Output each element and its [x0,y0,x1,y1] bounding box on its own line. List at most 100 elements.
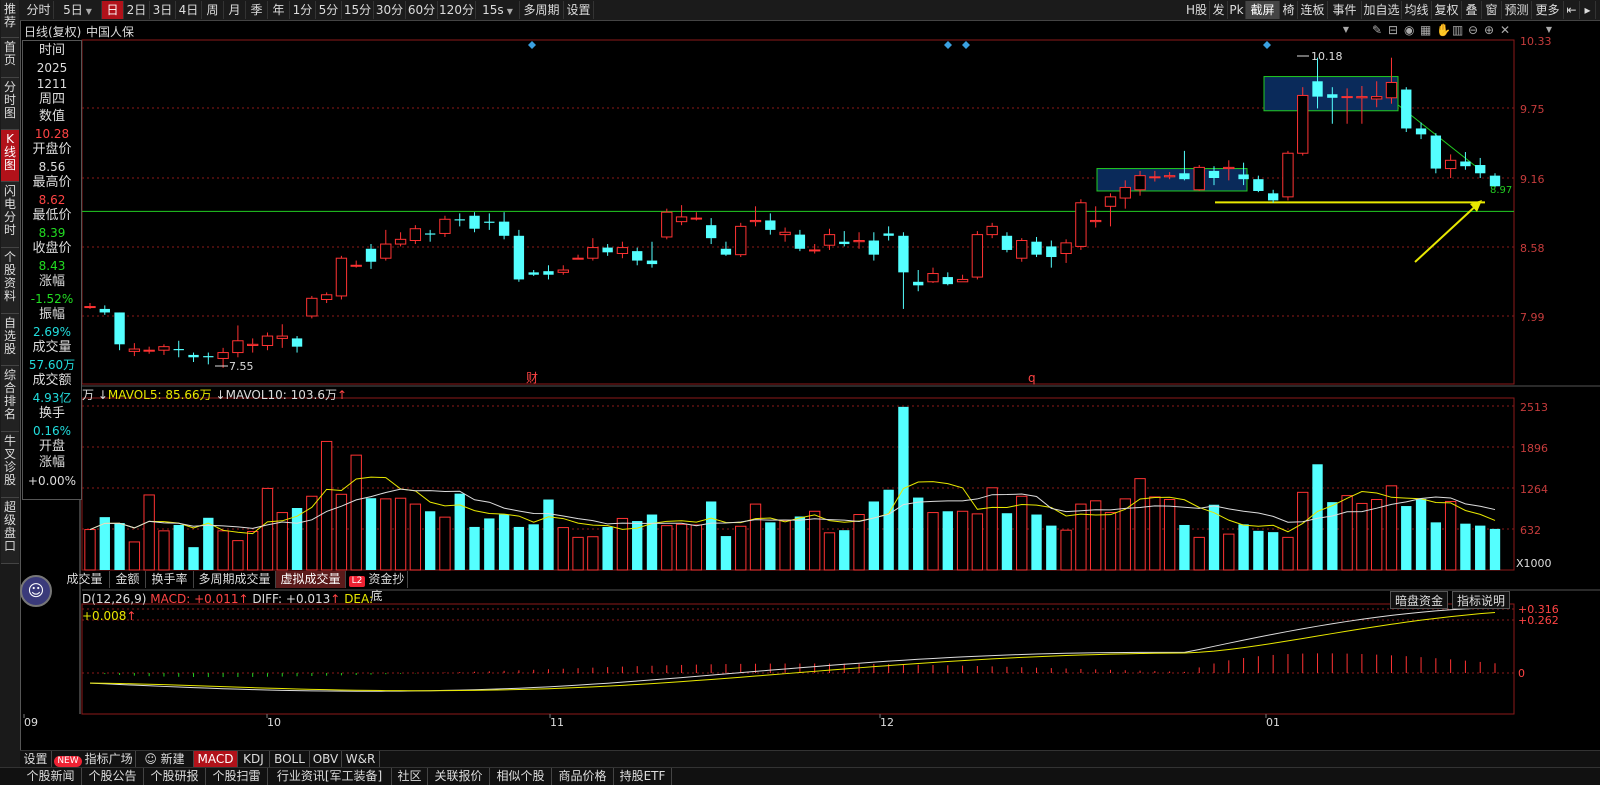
volume-tab-5[interactable]: L2 资金抄底 [346,571,408,603]
volume-bar [1223,533,1235,571]
candle-body [128,348,141,352]
candle-body [1001,235,1013,250]
weekday: 周四 [38,92,65,107]
candle-body [883,233,894,236]
macd-axis-label: +0.262 [1518,614,1559,627]
dark-pool-button[interactable]: 暗盘资金 [1390,591,1448,609]
candle-body [1253,179,1264,191]
volume-bar [1475,525,1486,570]
candle-body [232,340,244,354]
candle-body [942,277,953,285]
candle-body [868,240,880,255]
volume-bar [823,532,836,571]
candle-body [1282,152,1294,198]
volume-tab-3[interactable]: 多周期成交量 [194,571,276,588]
footer-tab-2[interactable]: 个股研报 [144,768,206,785]
candle-body [1193,166,1205,191]
volume-tab-0[interactable]: 成交量 [60,571,110,588]
volume-indicator-tabs: 成交量 金额 换手率 多周期成交量 虚拟成交量 L2 资金抄底 [20,571,480,603]
volume-bar [971,513,984,571]
candle-body [986,225,998,236]
candle-body [765,220,776,230]
time-year: 2025 [36,61,68,75]
candle-body [1341,96,1353,99]
volume-tab-2[interactable]: 换手率 [146,571,194,588]
indicator-tab-0[interactable]: 设置 [20,751,52,768]
assistant-robot-icon[interactable]: ☺ [20,575,52,607]
candle-body [84,306,96,309]
turnover-label: 换手 [38,406,65,421]
candle-body [616,247,629,254]
volume-bar [528,524,539,570]
candle-body [809,249,821,252]
footer-tab-4[interactable]: 行业资讯[军工装备] [268,768,392,785]
volume-bar [1312,464,1323,570]
footer-tab-7[interactable]: 相似个股 [490,768,552,785]
volume-bar [1238,524,1249,570]
time-label: 时间 [38,43,65,58]
candle-body [1149,176,1161,179]
indicator-help-button[interactable]: 指标说明 [1452,591,1510,609]
indicator-tab-7[interactable]: W&R [342,751,380,768]
up-arrow-icon: ↑ [238,592,249,606]
volume-bar [883,489,894,570]
candle-body [1075,202,1087,247]
footer-tab-6[interactable]: 关联报价 [428,768,490,785]
candle-body [498,221,510,236]
volume-bar [1401,506,1412,570]
volume-bar [380,498,392,571]
footer-tab-8[interactable]: 商品价格 [552,768,614,785]
candle-body [971,234,984,278]
date-axis-label: 09 [24,716,38,729]
footer-tab-3[interactable]: 个股扫雷 [206,768,268,785]
candle-body [424,233,436,235]
volume-bar [498,514,510,570]
candle-body [217,352,229,359]
candle-body [291,338,303,347]
candle-body [1016,240,1028,259]
volume-bar [749,503,762,571]
candle-body [1238,174,1249,180]
volume-bar [557,527,569,571]
volume-axis-label: 1896 [1520,442,1548,455]
candle-body [675,216,688,223]
volume-tab-4[interactable]: 虚拟成交量 [276,571,346,588]
footer-tab-0[interactable]: 个股新闻 [20,768,82,785]
volume-bar [350,454,362,571]
volume-bar [158,530,170,571]
volume-bar [853,514,865,571]
volume-axis-label: 632 [1520,524,1541,537]
candle-body [203,356,214,358]
candle-body [394,238,407,245]
change-label: 涨幅 [38,274,65,289]
indicator-tab-6[interactable]: OBV [310,751,342,768]
volume-tab-1[interactable]: 金额 [110,571,146,588]
footer-tab-1[interactable]: 个股公告 [82,768,144,785]
indicator-tab-4[interactable]: KDJ [238,751,270,768]
indicator-tab-1[interactable]: NEW 指标广场 [52,751,136,768]
volume-bar [247,530,259,571]
indicator-tab-3[interactable]: MACD [194,751,238,768]
volume-bar [409,503,422,571]
volume-bar [839,530,850,570]
candle-body [1401,89,1412,129]
volume-bar [543,499,554,570]
volume-bar [1267,532,1279,570]
candle-body [1460,161,1471,167]
candle-body [261,335,274,346]
macd-legend: D(12,26,9) MACD: +0.011↑ DIFF: +0.013↑ D… [82,591,402,623]
candle-body [114,312,125,345]
volume-bar [1297,491,1309,571]
date-axis-label: 11 [550,716,564,729]
volume-bar [675,523,688,571]
candle-body [632,251,643,261]
footer-tab-9[interactable]: 持股ETF [614,768,672,785]
candle-body [794,234,806,249]
consolidation-box-1 [1096,168,1248,192]
volume-bar [735,525,747,571]
value: 10.28 [34,127,70,141]
candle-body [528,272,539,275]
indicator-tab-2[interactable]: ☺ 新建 [136,751,194,768]
indicator-tab-5[interactable]: BOLL [270,751,310,768]
footer-tab-5[interactable]: 社区 [392,768,428,785]
